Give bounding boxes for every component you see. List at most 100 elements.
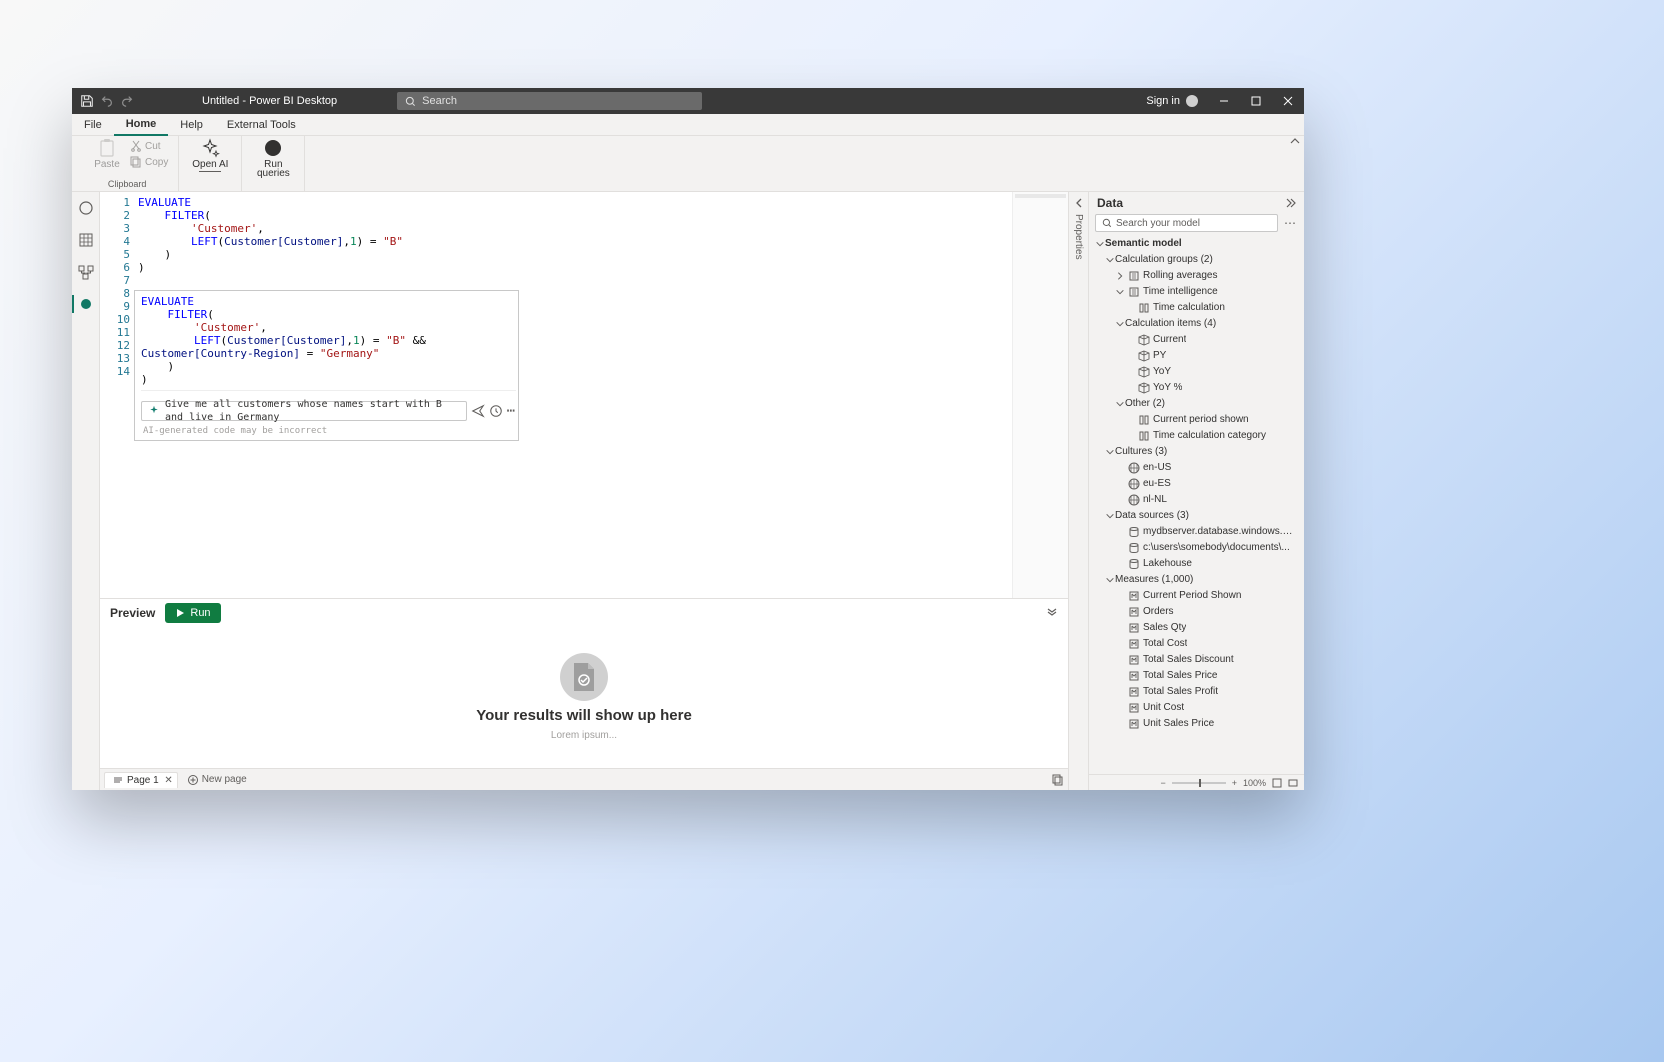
- tree-row[interactable]: c:\users\somebody\documents\...: [1089, 540, 1304, 556]
- tree-row[interactable]: Sales Qty: [1089, 620, 1304, 636]
- db-icon: [1128, 558, 1140, 570]
- save-icon[interactable]: [80, 94, 94, 108]
- new-page-button[interactable]: New page: [182, 774, 253, 785]
- tree-row[interactable]: YoY %: [1089, 380, 1304, 396]
- expand-pane-icon[interactable]: [1284, 198, 1296, 208]
- tree-row[interactable]: Calculation groups (2): [1089, 252, 1304, 268]
- zoom-slider[interactable]: [1172, 782, 1226, 784]
- data-pane: Data Search your model ⋯ Semantic modelC…: [1088, 192, 1304, 790]
- tree-row[interactable]: Semantic model: [1089, 236, 1304, 252]
- tree-row[interactable]: Total Sales Discount: [1089, 652, 1304, 668]
- tree-row[interactable]: YoY: [1089, 364, 1304, 380]
- play-icon: [175, 608, 185, 618]
- tree-row[interactable]: Time calculation: [1089, 300, 1304, 316]
- dax-view-icon[interactable]: [78, 296, 94, 312]
- open-ai-button[interactable]: Open AI: [189, 138, 231, 170]
- plus-icon: [188, 775, 198, 785]
- redo-icon[interactable]: [120, 94, 134, 108]
- tree-row[interactable]: Measures (1,000): [1089, 572, 1304, 588]
- avatar-icon: [1186, 95, 1198, 107]
- tree-row[interactable]: Calculation items (4): [1089, 316, 1304, 332]
- data-more-icon[interactable]: ⋯: [1282, 216, 1298, 230]
- tree-row[interactable]: Lakehouse: [1089, 556, 1304, 572]
- tree-row[interactable]: nl-NL: [1089, 492, 1304, 508]
- minimize-button[interactable]: [1208, 88, 1240, 114]
- cube-icon: [1138, 366, 1150, 378]
- fit-width-icon[interactable]: [1288, 778, 1298, 788]
- data-view-icon[interactable]: [78, 232, 94, 248]
- tree-row[interactable]: Orders: [1089, 604, 1304, 620]
- collapse-ribbon-icon[interactable]: [1290, 136, 1300, 146]
- cube-icon: [1138, 350, 1150, 362]
- tree-row[interactable]: Current period shown: [1089, 412, 1304, 428]
- cube-icon: [1138, 334, 1150, 346]
- tree-row[interactable]: Data sources (3): [1089, 508, 1304, 524]
- send-icon[interactable]: [471, 404, 485, 418]
- collapse-preview-icon[interactable]: [1046, 607, 1058, 619]
- run-button[interactable]: Run: [165, 603, 220, 623]
- report-view-icon[interactable]: [78, 200, 94, 216]
- tree-row[interactable]: Total Cost: [1089, 636, 1304, 652]
- results-subtitle: Lorem ipsum...: [551, 730, 617, 741]
- close-button[interactable]: [1272, 88, 1304, 114]
- data-tree[interactable]: Semantic modelCalculation groups (2)Roll…: [1089, 236, 1304, 774]
- model-view-icon[interactable]: [78, 264, 94, 280]
- tree-row[interactable]: Current Period Shown: [1089, 588, 1304, 604]
- tree-row[interactable]: eu-ES: [1089, 476, 1304, 492]
- tree-row[interactable]: en-US: [1089, 460, 1304, 476]
- minimap[interactable]: [1012, 192, 1068, 598]
- tree-row[interactable]: Current: [1089, 332, 1304, 348]
- tab-help[interactable]: Help: [168, 114, 215, 136]
- zoom-plus[interactable]: +: [1232, 778, 1237, 788]
- tree-row[interactable]: Time calculation category: [1089, 428, 1304, 444]
- cut-button[interactable]: Cut: [130, 138, 168, 154]
- undo-icon[interactable]: [100, 94, 114, 108]
- globe-icon: [1128, 462, 1140, 474]
- maximize-button[interactable]: [1240, 88, 1272, 114]
- col-icon: [1138, 430, 1150, 442]
- tree-row[interactable]: Other (2): [1089, 396, 1304, 412]
- tree-row[interactable]: Total Sales Price: [1089, 668, 1304, 684]
- data-search-placeholder: Search your model: [1116, 218, 1200, 229]
- tab-file[interactable]: File: [72, 114, 114, 136]
- sign-in-button[interactable]: Sign in: [1146, 95, 1208, 107]
- close-tab-icon[interactable]: ✕: [164, 775, 172, 786]
- code-content[interactable]: EVALUATE FILTER( 'Customer', LEFT(Custom…: [136, 192, 1012, 598]
- history-icon[interactable]: [489, 404, 503, 418]
- tree-row[interactable]: Unit Sales Price: [1089, 716, 1304, 732]
- tree-row[interactable]: PY: [1089, 348, 1304, 364]
- tree-row[interactable]: Unit Cost: [1089, 700, 1304, 716]
- tree-row[interactable]: mydbserver.database.windows.net;MyData..…: [1089, 524, 1304, 540]
- tab-home[interactable]: Home: [114, 114, 169, 136]
- page-tab-1[interactable]: Page 1 ✕: [104, 772, 178, 788]
- fit-page-icon[interactable]: [1272, 778, 1282, 788]
- data-search-input[interactable]: Search your model: [1095, 214, 1278, 232]
- run-queries-button[interactable]: Run queries: [252, 138, 294, 178]
- more-icon[interactable]: ⋯: [507, 405, 516, 418]
- ribbon: Paste Cut Copy Clipboard Open AI: [72, 136, 1304, 192]
- paste-button[interactable]: Paste: [86, 138, 128, 170]
- col-icon: [1138, 414, 1150, 426]
- main-area: 1234567891011121314 EVALUATE FILTER( 'Cu…: [100, 192, 1068, 790]
- chevron-left-icon[interactable]: [1074, 198, 1084, 208]
- tree-row[interactable]: Rolling averages: [1089, 268, 1304, 284]
- search-icon: [1102, 218, 1112, 228]
- m-icon: [1128, 622, 1140, 634]
- tree-row[interactable]: Time intelligence: [1089, 284, 1304, 300]
- pages-copy-icon[interactable]: [1052, 774, 1064, 786]
- cut-icon: [130, 140, 142, 152]
- db-icon: [1128, 542, 1140, 554]
- title-search[interactable]: Search: [397, 92, 702, 110]
- tree-row[interactable]: Total Sales Profit: [1089, 684, 1304, 700]
- copy-icon: [130, 156, 142, 168]
- tab-external-tools[interactable]: External Tools: [215, 114, 308, 136]
- zoom-bar: − + 100%: [1089, 774, 1304, 790]
- zoom-minus[interactable]: −: [1160, 778, 1165, 788]
- tree-row[interactable]: Cultures (3): [1089, 444, 1304, 460]
- cube-icon: [1138, 382, 1150, 394]
- code-editor[interactable]: 1234567891011121314 EVALUATE FILTER( 'Cu…: [100, 192, 1068, 598]
- copy-button[interactable]: Copy: [130, 154, 168, 170]
- ai-prompt-input[interactable]: Give me all customers whose names start …: [141, 401, 467, 421]
- properties-pane[interactable]: Properties: [1068, 192, 1088, 790]
- sparkle-icon: [148, 405, 160, 417]
